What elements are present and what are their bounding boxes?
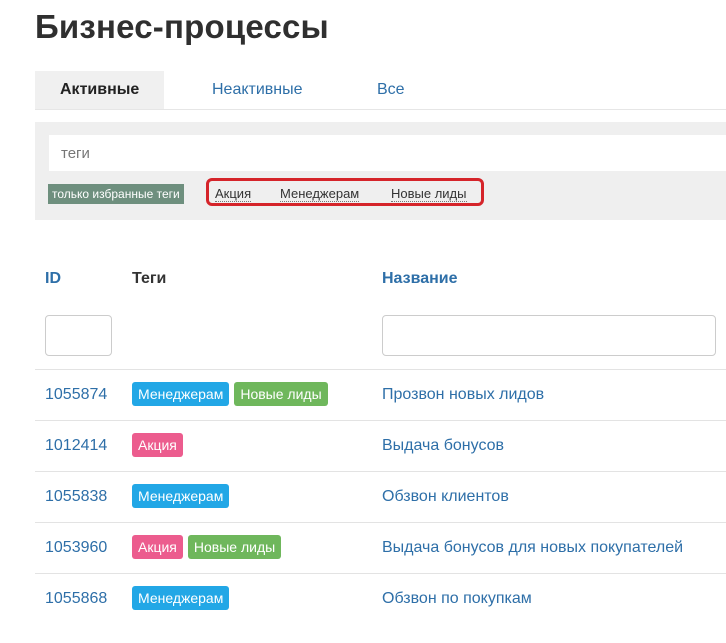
tag-option-new-leads[interactable]: Новые лиды (391, 186, 467, 202)
row-name-link[interactable]: Обзвон клиентов (382, 488, 509, 506)
table-row: 1053960 Акция Новые лиды Выдача бонусов для… (35, 522, 726, 574)
table-row: 1012414 Акция Выдача бонусов (35, 420, 726, 472)
tag-option-promo[interactable]: Акция (215, 186, 252, 202)
tab-all[interactable]: Все (377, 71, 405, 109)
tag-option-managers[interactable]: Менеджерам (280, 186, 360, 202)
table-row: 1055838 Менеджерам Обзвон клиентов (35, 471, 726, 523)
column-header-id[interactable]: ID (45, 270, 61, 288)
row-name-link[interactable]: Прозвон новых лидов (382, 386, 544, 404)
tab-inactive[interactable]: Неактивные (212, 71, 303, 109)
row-name-link[interactable]: Выдача бонусов для новых покупателей (382, 539, 683, 557)
tag-badge[interactable]: Менеджерам (132, 586, 230, 610)
column-header-tags: Теги (132, 270, 167, 287)
page-title: Бизнес-процессы (35, 8, 329, 45)
row-id-link[interactable]: 1055868 (45, 590, 107, 608)
status-tabs: Активные Неактивные Все (35, 71, 726, 110)
row-name-link[interactable]: Обзвон по покупкам (382, 590, 532, 608)
column-header-name[interactable]: Название (382, 270, 458, 288)
row-tags: Акция (132, 433, 183, 457)
tag-badge[interactable]: Акция (132, 433, 183, 457)
page: Бизнес-процессы Активные Неактивные Все … (0, 0, 726, 643)
table-row: 1055868 Менеджерам Обзвон по покупкам (35, 573, 726, 625)
row-tags: Менеджерам Новые лиды (132, 382, 328, 406)
tag-badge[interactable]: Новые лиды (187, 535, 282, 559)
row-name-link[interactable]: Выдача бонусов (382, 437, 504, 455)
row-tags: Акция Новые лиды (132, 535, 282, 559)
row-id-link[interactable]: 1053960 (45, 539, 107, 557)
table-row: 1055874 Менеджерам Новые лиды Прозвон новых… (35, 369, 726, 421)
row-id-link[interactable]: 1055838 (45, 488, 107, 506)
tag-badge[interactable]: Менеджерам (132, 484, 230, 508)
row-id-link[interactable]: 1012414 (45, 437, 107, 455)
tag-badge[interactable]: Акция (132, 535, 183, 559)
row-id-link[interactable]: 1055874 (45, 386, 107, 404)
tag-badge[interactable]: Новые лиды (234, 382, 328, 406)
tag-options-highlight: Акция Менеджерам Новые лиды (206, 178, 484, 206)
row-tags: Менеджерам (132, 586, 230, 610)
tab-active[interactable]: Активные (35, 71, 165, 109)
tag-badge[interactable]: Менеджерам (132, 382, 230, 406)
id-filter-input[interactable] (45, 315, 112, 356)
name-filter-input[interactable] (382, 315, 716, 356)
tags-input[interactable] (49, 135, 726, 171)
tag-filter-panel: только избранные теги Акция Менеджерам Н… (35, 122, 726, 220)
favorite-tags-toggle[interactable]: только избранные теги (48, 184, 184, 204)
row-tags: Менеджерам (132, 484, 230, 508)
